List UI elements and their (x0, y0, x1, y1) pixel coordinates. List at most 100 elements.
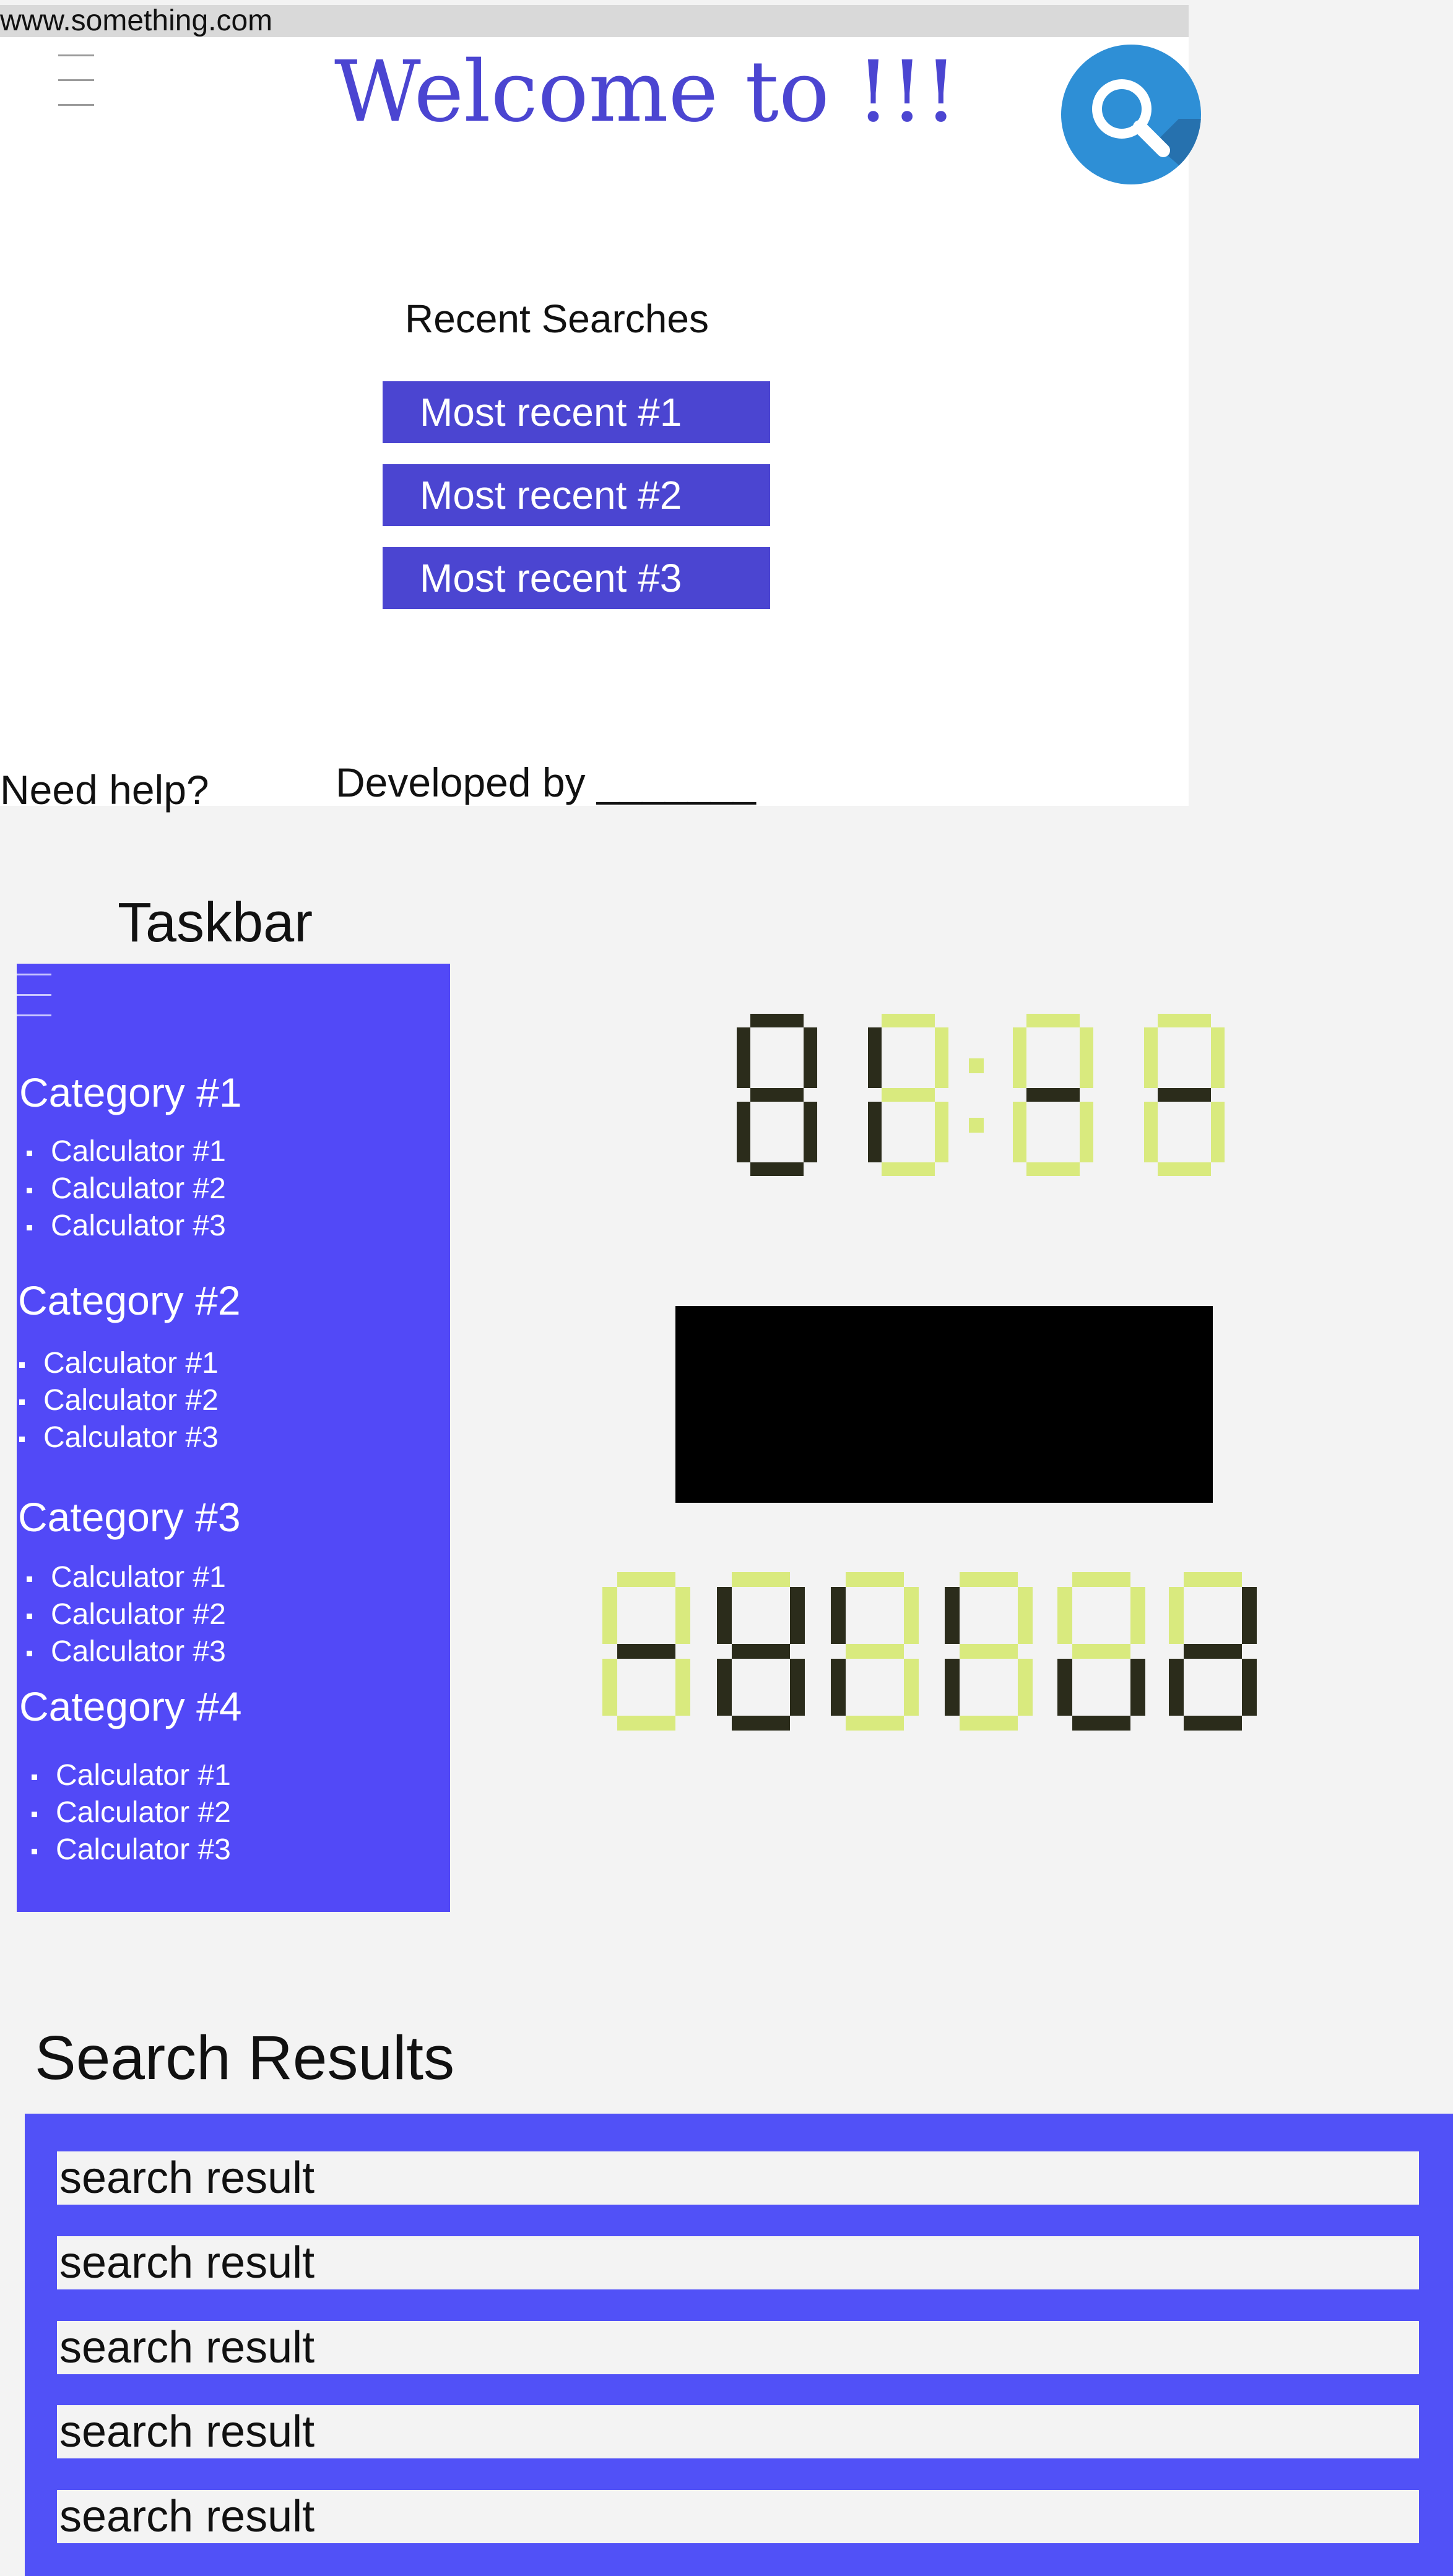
search-result[interactable]: search result (57, 2321, 1419, 2374)
segment-clock-2-d (1026, 1162, 1080, 1176)
segment-counter-4-c (1130, 1659, 1145, 1716)
segment-counter-3-g (960, 1644, 1018, 1659)
search-result[interactable]: search result (57, 2151, 1419, 2205)
category-title[interactable]: Category #1 (19, 1069, 242, 1116)
calculator-link[interactable]: Calculator #2 (27, 1597, 226, 1632)
calculator-link[interactable]: Calculator #2 (19, 1383, 219, 1417)
segment-counter-2-c (904, 1659, 919, 1716)
segment-clock-0-e (737, 1102, 750, 1162)
help-link[interactable]: Need help? (0, 766, 209, 813)
menu-line (17, 974, 51, 975)
segment-counter-3-b (1018, 1587, 1033, 1644)
segment-clock-3-e (1144, 1102, 1158, 1162)
segment-counter-5-b (1242, 1587, 1257, 1644)
segment-clock-1-b (935, 1027, 948, 1088)
search-result[interactable]: search result (57, 2490, 1419, 2543)
segment-counter-4-e (1057, 1659, 1072, 1716)
menu-line (58, 54, 94, 56)
taskbar-panel: Category #1 Calculator #1 Calculator #2 … (17, 964, 450, 1912)
calculator-link[interactable]: Calculator #1 (32, 1758, 231, 1792)
calculator-label: Calculator #1 (51, 1135, 226, 1168)
page-title: Welcome to !!! (334, 43, 958, 141)
segment-clock-0-b (804, 1027, 817, 1088)
counter-display (602, 1572, 1257, 1731)
segment-clock-3-a (1158, 1014, 1211, 1027)
segment-counter-0-f (602, 1587, 617, 1644)
bullet-icon (19, 1436, 25, 1442)
developer-credit: Developed by _______ (336, 759, 756, 805)
segment-counter-0-d (617, 1716, 675, 1731)
segment-counter-2-f (831, 1587, 846, 1644)
bullet-icon (32, 1848, 37, 1854)
segment-counter-3-d (960, 1716, 1018, 1731)
segment-counter-3-f (945, 1587, 960, 1644)
segment-clock-1-e (868, 1102, 882, 1162)
calculator-label: Calculator #1 (43, 1347, 219, 1380)
bullet-icon (27, 1187, 32, 1193)
segment-counter-0-c (675, 1659, 690, 1716)
bullet-icon (32, 1811, 37, 1817)
calculator-link[interactable]: Calculator #3 (32, 1833, 231, 1867)
category-title[interactable]: Category #3 (18, 1493, 241, 1541)
calculator-label: Calculator #1 (56, 1759, 231, 1792)
recent-search-button[interactable]: Most recent #2 (383, 464, 770, 526)
segment-clock-2-g (1026, 1088, 1080, 1102)
bullet-icon (27, 1613, 32, 1619)
calculator-label: Calculator #3 (43, 1421, 219, 1454)
calculator-link[interactable]: Calculator #3 (27, 1209, 226, 1243)
segment-counter-3-e (945, 1659, 960, 1716)
url-text[interactable]: www.something.com (0, 5, 272, 37)
segment-counter-1-d (732, 1716, 790, 1731)
segment-counter-4-a (1072, 1572, 1130, 1587)
segment-clock-2-a (1026, 1014, 1080, 1027)
segment-clock-0-g (750, 1088, 804, 1102)
segment-counter-3-c (1018, 1659, 1033, 1716)
segment-counter-1-a (732, 1572, 790, 1587)
segment-counter-1-c (790, 1659, 805, 1716)
calculator-link[interactable]: Calculator #3 (27, 1635, 226, 1669)
search-result[interactable]: search result (57, 2405, 1419, 2458)
category-title[interactable]: Category #2 (18, 1277, 241, 1324)
calculator-link[interactable]: Calculator #3 (19, 1420, 219, 1454)
calculator-label: Calculator #3 (51, 1635, 226, 1668)
colon-dot-top (969, 1058, 984, 1073)
segment-counter-2-g (846, 1644, 904, 1659)
calculator-label: Calculator #1 (51, 1561, 226, 1594)
recent-search-button[interactable]: Most recent #3 (383, 547, 770, 609)
segment-clock-3-b (1211, 1027, 1225, 1088)
calculator-label: Calculator #2 (51, 1598, 226, 1631)
menu-icon[interactable] (58, 54, 94, 106)
segment-counter-5-f (1169, 1587, 1184, 1644)
segment-counter-5-g (1184, 1644, 1242, 1659)
segment-counter-0-e (602, 1659, 617, 1716)
calculator-link[interactable]: Calculator #2 (27, 1172, 226, 1206)
calculator-label: Calculator #3 (56, 1833, 231, 1866)
taskbar-title: Taskbar (118, 892, 313, 954)
category-title[interactable]: Category #4 (19, 1683, 242, 1730)
segment-clock-2-c (1080, 1102, 1093, 1162)
segment-counter-0-a (617, 1572, 675, 1587)
segment-counter-4-f (1057, 1587, 1072, 1644)
search-button[interactable] (1061, 45, 1201, 184)
recent-search-button[interactable]: Most recent #1 (383, 381, 770, 443)
bullet-icon (19, 1362, 25, 1368)
bullet-icon (32, 1774, 37, 1780)
taskbar-menu-icon[interactable] (17, 974, 51, 1017)
bullet-icon (27, 1150, 32, 1156)
bullet-icon (27, 1576, 32, 1582)
search-icon (1092, 79, 1201, 184)
segment-clock-3-f (1144, 1027, 1158, 1088)
calculator-link[interactable]: Calculator #1 (19, 1346, 219, 1380)
colon-dot-bottom (969, 1118, 984, 1133)
segment-counter-0-b (675, 1587, 690, 1644)
calculator-link[interactable]: Calculator #1 (27, 1135, 226, 1169)
segment-counter-3-a (960, 1572, 1018, 1587)
recent-searches-title: Recent Searches (405, 296, 709, 341)
segment-clock-0-c (804, 1102, 817, 1162)
segment-counter-1-f (717, 1587, 732, 1644)
calculator-link[interactable]: Calculator #2 (32, 1796, 231, 1830)
calculator-link[interactable]: Calculator #1 (27, 1560, 226, 1594)
segment-counter-5-c (1242, 1659, 1257, 1716)
search-result[interactable]: search result (57, 2236, 1419, 2289)
segment-counter-5-d (1184, 1716, 1242, 1731)
